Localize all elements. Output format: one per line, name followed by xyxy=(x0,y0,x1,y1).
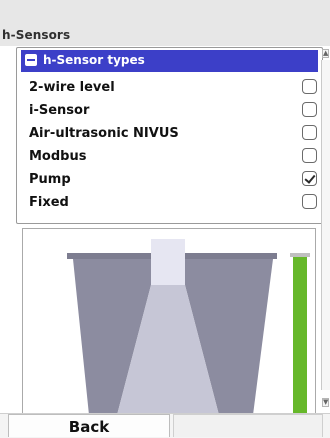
checkbox-checked[interactable] xyxy=(302,171,317,186)
sensor-head xyxy=(151,239,185,285)
list-item-label: Fixed xyxy=(29,195,69,210)
list-item-label: Air-ultrasonic NIVUS xyxy=(29,126,179,141)
window-title-bar: h-Sensors xyxy=(0,0,330,46)
checkbox[interactable] xyxy=(302,79,317,94)
level-bar-cap xyxy=(290,253,310,257)
tank-rim-right xyxy=(183,253,277,259)
list-item-air-ultrasonic-nivus[interactable]: Air-ultrasonic NIVUS xyxy=(29,122,317,144)
scroll-down-button[interactable]: ▼ xyxy=(322,398,329,407)
scrollbar[interactable] xyxy=(321,60,330,390)
list-item-label: Pump xyxy=(29,172,71,187)
list-item-label: 2-wire level xyxy=(29,80,115,95)
sensor-illustration-panel xyxy=(22,228,316,416)
minus-icon[interactable] xyxy=(25,54,37,66)
window-title: h-Sensors xyxy=(2,28,71,42)
checkbox[interactable] xyxy=(302,125,317,140)
back-button[interactable]: Back xyxy=(8,414,170,437)
list-item-label: Modbus xyxy=(29,149,87,164)
list-item-pump[interactable]: Pump xyxy=(29,168,317,190)
secondary-button[interactable] xyxy=(173,414,323,437)
list-item-fixed[interactable]: Fixed xyxy=(29,191,317,213)
checkbox[interactable] xyxy=(302,148,317,163)
tank-rim-left xyxy=(67,253,155,259)
checkbox[interactable] xyxy=(302,102,317,117)
level-bar xyxy=(293,257,307,415)
list-item-i-sensor[interactable]: i-Sensor xyxy=(29,99,317,121)
list-item-modbus[interactable]: Modbus xyxy=(29,145,317,167)
group-header-label: h-Sensor types xyxy=(43,53,145,67)
list-item-2-wire-level[interactable]: 2-wire level xyxy=(29,76,317,98)
tank-sensor-illustration xyxy=(23,229,315,415)
group-header-h-sensor-types[interactable]: h-Sensor types xyxy=(21,50,318,72)
sensor-type-list: h-Sensor types 2-wire level i-Sensor Air… xyxy=(16,47,323,224)
list-item-label: i-Sensor xyxy=(29,103,90,118)
back-button-label: Back xyxy=(68,418,110,436)
checkbox[interactable] xyxy=(302,194,317,209)
scroll-up-button[interactable]: ▲ xyxy=(322,49,329,58)
